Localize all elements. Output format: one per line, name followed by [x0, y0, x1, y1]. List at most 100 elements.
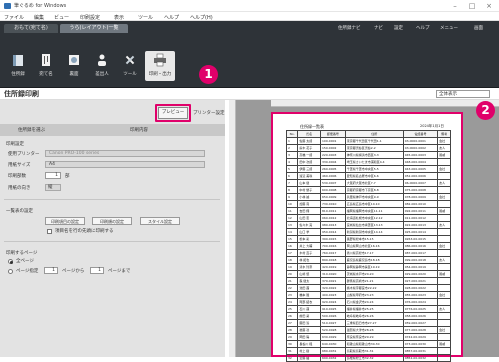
table-cell: 滋賀県大津市28-28: [344, 326, 404, 334]
header-address-navi[interactable]: 住所録ナビ: [338, 25, 361, 31]
page-from-input[interactable]: 1: [44, 267, 58, 274]
table-cell: 086-000-0016: [402, 242, 439, 250]
minimize-button[interactable]: –: [448, 1, 462, 11]
printer-dropdown[interactable]: Canon PRO-100 series: [45, 150, 205, 157]
table-cell: 静岡県静岡市葵区19-19: [344, 263, 404, 271]
table-cell: 370-0021: [320, 277, 346, 285]
table-cell: 21: [285, 277, 299, 285]
table-cell: 011-000-0012: [402, 214, 439, 222]
table-cell: 友人: [437, 144, 451, 152]
table-cell: 池田 茜: [297, 284, 321, 292]
ribbon-back-side[interactable]: 裏面: [61, 51, 87, 81]
style-settings-button[interactable]: スタイル設定: [140, 217, 180, 225]
print-contents-button[interactable]: 印刷内容: [130, 127, 148, 133]
header-help[interactable]: ヘルプ: [416, 25, 430, 31]
table-cell: 29: [285, 333, 299, 341]
ribbon-sender[interactable]: 差出人: [89, 51, 115, 81]
table-row: 17 木村 直子 760-0017 香川県高松市17-17 087-000-0017: [285, 249, 451, 257]
table-cell: 390-0015: [320, 235, 346, 243]
print-order-button[interactable]: 印刷順の設定: [92, 217, 132, 225]
menu-view[interactable]: ビュー: [54, 14, 69, 21]
table-cell: 広島県広島市中区10-10: [344, 200, 404, 208]
table-header-cell: 電話番号: [402, 130, 439, 138]
paper-size-label: 用紙サイズ: [8, 163, 31, 168]
table-cell: 920-0024: [320, 298, 346, 306]
table-header-cell: 郵便番号: [320, 130, 346, 138]
menu-tools[interactable]: ツール: [138, 14, 153, 21]
print-header-checkbox[interactable]: [47, 229, 52, 234]
zoom-select[interactable]: 全体表示: [436, 90, 490, 98]
table-cell: 22: [285, 284, 299, 292]
maximize-button[interactable]: □: [465, 1, 479, 11]
page-range-label: ページ指定: [16, 269, 39, 274]
table-cell: 320-0022: [320, 284, 346, 292]
table-cell: 077-000-0028: [402, 326, 439, 334]
table-cell: 会社: [437, 291, 451, 299]
table-cell: [437, 333, 451, 341]
table-row: 25 石川 蓮 910-0025 福井県福井市25-25 0776-00-0025 友人: [285, 305, 451, 313]
table-cell: 220-0003: [320, 151, 346, 159]
table-cell: 松本 彩: [297, 235, 321, 243]
header-screen[interactable]: 画面: [474, 25, 483, 31]
ribbon-tools[interactable]: ツール: [117, 51, 143, 81]
header-navi[interactable]: ナビ: [374, 25, 383, 31]
table-row: 2 鈴木 花子 150-0002 東京都渋谷区渋谷2-2 03-0000-0002 友人: [285, 144, 451, 152]
image-icon: [69, 55, 79, 65]
table-header-row: No. 氏名 郵便番号 住所 電話番号 備考: [285, 130, 451, 138]
ribbon-address-book[interactable]: 住所録: [5, 51, 31, 81]
table-cell: 会社: [437, 193, 451, 201]
table-cell: 980-0013: [320, 221, 346, 229]
table-cell: 林 拓也: [297, 256, 321, 264]
print-items-button[interactable]: 印刷項目の設定: [45, 217, 85, 225]
table-cell: 054-000-0019: [402, 263, 439, 271]
table-cell: 0852-00-0032: [402, 354, 439, 362]
header-menu[interactable]: メニュー: [440, 25, 458, 31]
table-cell: 千葉県千葉市中央区5-5: [344, 165, 404, 173]
table-cell: 岐阜県岐阜市26-26: [344, 312, 404, 320]
document-date: 2024年1月1日: [420, 124, 444, 128]
table-cell: 鹿児島県鹿児島市18-18: [344, 256, 404, 264]
choose-address-book-button[interactable]: 住所録を選ぶ: [18, 127, 45, 133]
table-cell: 鈴木 花子: [297, 144, 321, 152]
table-cell: 730-0010: [320, 200, 346, 208]
menu-help[interactable]: ヘルプ: [164, 14, 179, 21]
table-cell: 鳥取県鳥取市31-31: [344, 347, 404, 355]
table-cell: 32: [285, 354, 299, 362]
ribbon-print-output[interactable]: 印刷・出力: [145, 51, 175, 81]
table-cell: 16: [285, 242, 299, 250]
table-row: 8 中村 優子 600-0008 京都府京都市下京区8-8 075-000-0008: [285, 186, 451, 194]
table-cell: 640-0030: [320, 340, 346, 348]
table-cell: 03-0000-0001: [402, 137, 439, 145]
table-row: 4 田中 次郎 330-0004 埼玉県さいたま市浦和区4-4 048-000-0004: [285, 158, 451, 166]
table-cell: 三重県四日市市27-27: [344, 319, 404, 327]
window-title: 筆ぐるめ for Windows: [14, 3, 67, 9]
table-cell: 500-0026: [320, 312, 346, 320]
table-cell: 650-0009: [320, 193, 346, 201]
table-cell: 10: [285, 200, 299, 208]
all-pages-radio[interactable]: [8, 259, 13, 264]
printer-settings-link[interactable]: プリンター設定: [193, 110, 225, 116]
copies-input[interactable]: 1: [45, 172, 61, 179]
tab-omote[interactable]: おもて(宛て名): [4, 24, 58, 33]
orientation-dropdown[interactable]: 縦: [45, 184, 61, 191]
page-range-radio[interactable]: [8, 269, 13, 274]
menu-display[interactable]: 表示: [114, 14, 124, 21]
ribbon-atena[interactable]: 宛て名: [33, 51, 59, 81]
menu-edit[interactable]: 編集: [34, 14, 44, 21]
table-cell: 15: [285, 235, 299, 243]
menu-file[interactable]: ファイル: [4, 14, 24, 21]
table-cell: 京都府京都市下京区8-8: [344, 186, 404, 194]
copies-label: 印刷部数: [8, 174, 26, 179]
tab-ura-layout[interactable]: うら(レイアウト)一覧: [60, 24, 128, 33]
header-settings[interactable]: 設定: [394, 25, 403, 31]
paper-size-dropdown[interactable]: A4: [45, 161, 205, 168]
menu-help-h[interactable]: ヘルプ(H): [190, 14, 213, 21]
menu-print-settings[interactable]: 印刷設定: [80, 14, 100, 21]
table-cell: [437, 347, 451, 355]
page-to-input[interactable]: 1: [90, 267, 104, 274]
table-cell: 27: [285, 319, 299, 327]
close-button[interactable]: ×: [482, 1, 496, 11]
table-row: 15 松本 彩 390-0015 長野県松本市15-15 0263-00-0015: [285, 235, 451, 243]
table-cell: 岡山県岡山市北区16-16: [344, 242, 404, 250]
table-cell: 9: [285, 193, 299, 201]
